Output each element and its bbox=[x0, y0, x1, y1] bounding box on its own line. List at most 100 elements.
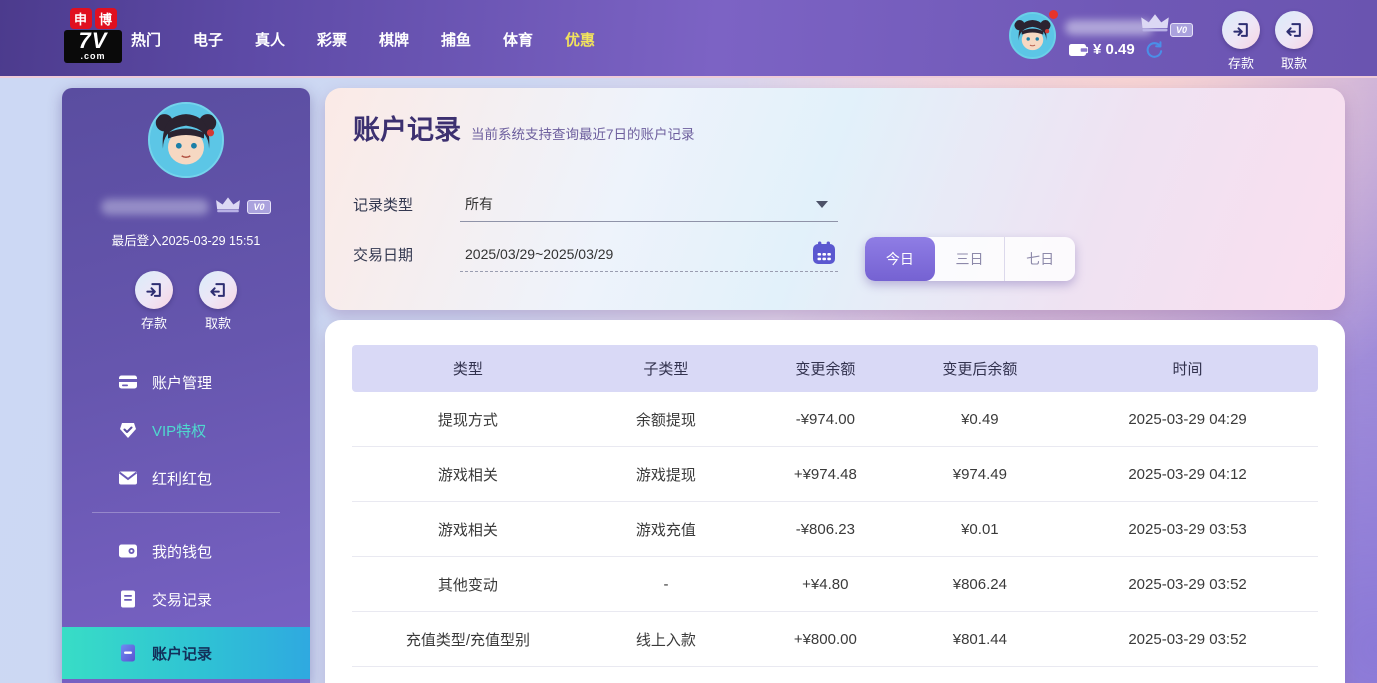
filter-panel: 账户记录 当前系统支持查询最近7日的账户记录 记录类型 所有 交易日期 2025… bbox=[325, 88, 1345, 310]
avatar-image bbox=[1011, 14, 1054, 57]
table-row: 提现方式余额提现-¥974.00¥0.492025-03-29 04:29 bbox=[352, 392, 1318, 447]
brand-logo[interactable]: 申 博 7V .com bbox=[64, 8, 122, 63]
header-user-area: V0 ¥ 0.49 存款 bbox=[1007, 0, 1377, 78]
records-panel: 类型子类型变更余额变更后余额时间 提现方式余额提现-¥974.00¥0.4920… bbox=[325, 320, 1345, 683]
table-row: 其他变动-+¥4.80¥806.242025-03-29 03:52 bbox=[352, 557, 1318, 612]
deposit-icon bbox=[144, 280, 164, 300]
cell-change: -¥974.00 bbox=[748, 411, 903, 428]
cell-change: +¥974.48 bbox=[748, 466, 903, 483]
last-login-text: 最后登入2025-03-29 15:51 bbox=[62, 230, 310, 249]
cell-subtype: 游戏充值 bbox=[584, 519, 748, 540]
column-header-子类型: 子类型 bbox=[584, 358, 748, 379]
doc-icon bbox=[118, 643, 138, 663]
table-row: 充值类型/充值型别线上入款+¥800.00¥801.442025-03-29 0… bbox=[352, 612, 1318, 667]
sidebar-item-label: 交易记录 bbox=[152, 589, 212, 610]
cell-time: 2025-03-29 03:52 bbox=[1057, 631, 1318, 648]
deposit-button[interactable]: 存款 bbox=[1222, 11, 1260, 72]
refresh-icon[interactable] bbox=[1146, 41, 1163, 58]
range-tab-今日[interactable]: 今日 bbox=[865, 237, 935, 281]
date-range-value: 2025/03/29~2025/03/29 bbox=[465, 246, 613, 262]
cell-type: 游戏相关 bbox=[352, 519, 584, 540]
nav-item-真人[interactable]: 真人 bbox=[254, 29, 286, 50]
cell-subtype: 游戏提现 bbox=[584, 464, 748, 485]
card-icon bbox=[118, 372, 138, 392]
main-nav: 热门 电子 真人 彩票 棋牌 捕鱼 体育 优惠 bbox=[130, 0, 596, 78]
column-header-变更后余额: 变更后余额 bbox=[903, 358, 1058, 379]
range-tab-七日[interactable]: 七日 bbox=[1005, 237, 1075, 281]
sidebar-avatar bbox=[148, 102, 224, 178]
page-subtitle: 当前系统支持查询最近7日的账户记录 bbox=[471, 123, 695, 143]
select-underline bbox=[460, 221, 838, 222]
cell-change: +¥800.00 bbox=[748, 631, 903, 648]
withdraw-icon bbox=[1284, 20, 1304, 40]
brand-main: 7V bbox=[66, 30, 120, 52]
cell-subtype: 线上入款 bbox=[584, 629, 748, 650]
cell-time: 2025-03-29 03:52 bbox=[1057, 576, 1318, 593]
table-row: 游戏相关游戏提现+¥974.48¥974.492025-03-29 04:12 bbox=[352, 447, 1318, 502]
nav-item-热门[interactable]: 热门 bbox=[130, 29, 162, 50]
sidebar-withdraw-label: 取款 bbox=[205, 313, 231, 332]
calendar-icon[interactable] bbox=[810, 239, 838, 272]
vip-level-badge: V0 bbox=[1170, 23, 1193, 37]
column-header-时间: 时间 bbox=[1057, 358, 1318, 379]
cell-balance: ¥0.49 bbox=[903, 411, 1058, 428]
table-header: 类型子类型变更余额变更后余额时间 bbox=[352, 345, 1318, 392]
top-navbar: 申 博 7V .com 热门 电子 真人 彩票 棋牌 捕鱼 体育 优惠 bbox=[0, 0, 1377, 78]
nav-item-捕鱼[interactable]: 捕鱼 bbox=[440, 29, 472, 50]
nav-item-优惠[interactable]: 优惠 bbox=[564, 29, 596, 50]
sidebar-deposit-label: 存款 bbox=[141, 313, 167, 332]
date-range-tabs: 今日三日七日 bbox=[865, 237, 1075, 281]
brand-box-1: 申 bbox=[70, 8, 92, 29]
sidebar-item-label: VIP特权 bbox=[152, 420, 206, 441]
cell-subtype: - bbox=[584, 576, 748, 593]
brand-box-2: 博 bbox=[95, 8, 117, 29]
cell-type: 充值类型/充值型别 bbox=[352, 629, 584, 650]
range-tab-三日[interactable]: 三日 bbox=[935, 237, 1006, 281]
sidebar-deposit-button[interactable]: 存款 bbox=[135, 271, 173, 332]
sidebar-menu: 账户管理 VIP特权红利红包我的钱包交易记录账户记录 bbox=[62, 358, 310, 679]
record-type-label: 记录类型 bbox=[353, 194, 465, 215]
nav-item-电子[interactable]: 电子 bbox=[192, 29, 224, 50]
chevron-down-icon bbox=[816, 201, 828, 208]
cell-time: 2025-03-29 04:29 bbox=[1057, 411, 1318, 428]
withdraw-icon bbox=[208, 280, 228, 300]
record-type-value: 所有 bbox=[465, 194, 493, 214]
nav-item-彩票[interactable]: 彩票 bbox=[316, 29, 348, 50]
doc-icon bbox=[118, 589, 138, 609]
withdraw-label: 取款 bbox=[1281, 53, 1307, 72]
sidebar-item-交易记录[interactable]: 交易记录 bbox=[62, 575, 310, 623]
column-header-类型: 类型 bbox=[352, 358, 584, 379]
cell-balance: ¥801.44 bbox=[903, 631, 1058, 648]
sidebar-withdraw-button[interactable]: 取款 bbox=[199, 271, 237, 332]
balance-amount: ¥ 0.49 bbox=[1093, 41, 1135, 58]
sidebar-username-blurred bbox=[101, 199, 209, 215]
withdraw-button[interactable]: 取款 bbox=[1275, 11, 1313, 72]
deposit-label: 存款 bbox=[1228, 53, 1254, 72]
sidebar-item-账户管理[interactable]: 账户管理 bbox=[62, 358, 310, 406]
cell-balance: ¥0.01 bbox=[903, 521, 1058, 538]
cell-type: 游戏相关 bbox=[352, 464, 584, 485]
cell-type: 提现方式 bbox=[352, 409, 584, 430]
sidebar-item-label: 账户记录 bbox=[152, 643, 212, 664]
sidebar-item-红利红包[interactable]: 红利红包 bbox=[62, 454, 310, 502]
nav-item-棋牌[interactable]: 棋牌 bbox=[378, 29, 410, 50]
cell-time: 2025-03-29 03:53 bbox=[1057, 521, 1318, 538]
sidebar-item-账户记录[interactable]: 账户记录 bbox=[62, 627, 310, 679]
sidebar-item-VIP特权[interactable]: VIP特权 bbox=[62, 406, 310, 454]
sidebar-item-label: 我的钱包 bbox=[152, 541, 212, 562]
sidebar-divider bbox=[92, 512, 280, 513]
date-range-input[interactable]: 2025/03/29~2025/03/29 bbox=[465, 236, 838, 272]
cell-change: -¥806.23 bbox=[748, 521, 903, 538]
notification-dot bbox=[1049, 10, 1058, 19]
deposit-icon bbox=[1231, 20, 1251, 40]
sidebar-item-我的钱包[interactable]: 我的钱包 bbox=[62, 527, 310, 575]
cell-subtype: 余额提现 bbox=[584, 409, 748, 430]
vip-crown-icon: V0 bbox=[1140, 13, 1193, 38]
vip-icon bbox=[118, 420, 138, 440]
nav-item-体育[interactable]: 体育 bbox=[502, 29, 534, 50]
record-type-select[interactable]: 所有 bbox=[465, 186, 838, 222]
cell-balance: ¥806.24 bbox=[903, 576, 1058, 593]
user-avatar[interactable] bbox=[1009, 12, 1056, 59]
table-row: 游戏相关游戏充值-¥806.23¥0.012025-03-29 03:53 bbox=[352, 502, 1318, 557]
page-title: 账户记录 bbox=[353, 108, 461, 147]
